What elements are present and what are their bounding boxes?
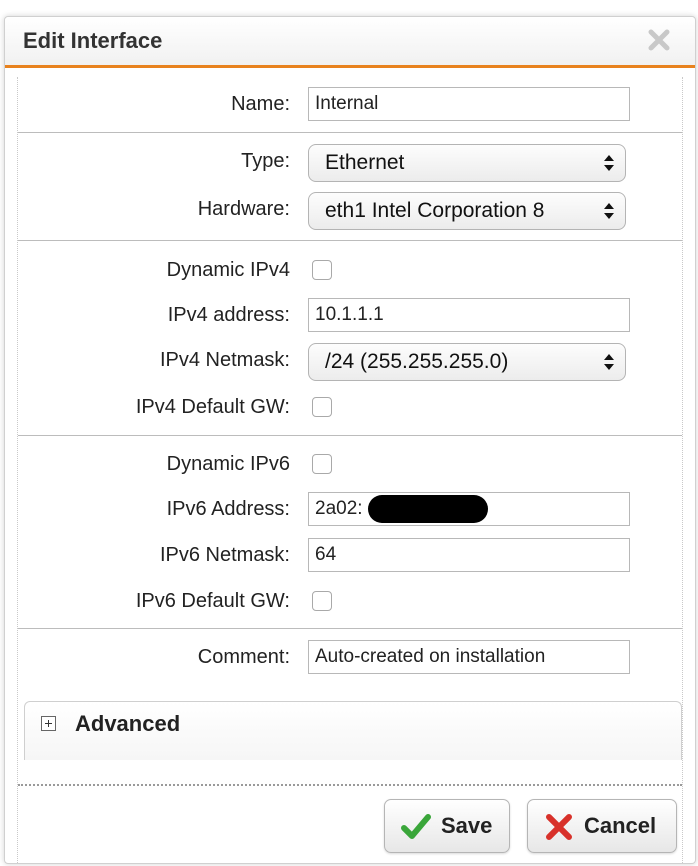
dynamic-ipv6-row: Dynamic IPv6 <box>18 447 682 483</box>
cancel-button[interactable]: Cancel <box>527 799 677 853</box>
dialog-titlebar: Edit Interface <box>5 17 695 68</box>
dotted-separator <box>18 784 682 786</box>
redaction-mark <box>368 495 488 523</box>
select-arrows-icon <box>604 354 614 370</box>
comment-input[interactable] <box>308 640 630 674</box>
ipv6-address-row: IPv6 Address: <box>18 492 682 528</box>
name-label: Name: <box>231 93 290 115</box>
ipv4-netmask-select[interactable]: /24 (255.255.255.0) <box>308 343 626 381</box>
dynamic-ipv6-label: Dynamic IPv6 <box>166 453 290 475</box>
select-arrows-icon <box>604 203 614 219</box>
dynamic-ipv4-row: Dynamic IPv4 <box>18 253 682 289</box>
save-button[interactable]: Save <box>384 799 510 853</box>
ipv6-default-gw-checkbox[interactable] <box>312 591 332 611</box>
dynamic-ipv4-checkbox[interactable] <box>312 260 332 280</box>
dynamic-ipv6-checkbox[interactable] <box>312 454 332 474</box>
ipv4-address-input[interactable] <box>308 298 630 332</box>
hardware-row: Hardware: eth1 Intel Corporation 8 <box>18 192 682 230</box>
type-label: Type: <box>241 150 290 172</box>
cancel-button-label: Cancel <box>584 813 657 838</box>
name-row: Name: <box>18 87 682 123</box>
type-row: Type: Ethernet <box>18 144 682 182</box>
ipv4-netmask-row: IPv4 Netmask: /24 (255.255.255.0) <box>18 343 682 381</box>
name-input[interactable] <box>308 87 630 121</box>
ipv4-address-row: IPv4 address: <box>18 298 682 334</box>
hardware-select-value: eth1 Intel Corporation 8 <box>325 199 545 222</box>
advanced-section[interactable]: Advanced <box>24 701 682 760</box>
ipv4-netmask-label: IPv4 Netmask: <box>159 349 290 371</box>
ipv6-default-gw-label: IPv6 Default GW: <box>135 590 290 612</box>
ipv6-default-gw-row: IPv6 Default GW: <box>18 584 682 620</box>
ipv6-netmask-label: IPv6 Netmask: <box>159 544 290 566</box>
dialog-body: Name: Type: Ethernet Hardware: eth1 Inte… <box>17 77 683 863</box>
ipv4-default-gw-label: IPv4 Default GW: <box>135 396 290 418</box>
checkmark-icon <box>401 814 431 839</box>
ipv4-address-label: IPv4 address: <box>167 304 290 326</box>
select-arrows-icon <box>604 155 614 171</box>
comment-row: Comment: <box>18 640 682 676</box>
separator <box>18 628 682 629</box>
advanced-label[interactable]: Advanced <box>75 711 180 737</box>
ipv4-netmask-select-value: /24 (255.255.255.0) <box>325 350 509 373</box>
ipv6-netmask-input[interactable] <box>308 538 630 572</box>
separator <box>18 240 682 241</box>
comment-label: Comment: <box>197 646 290 668</box>
separator <box>18 435 682 436</box>
hardware-label: Hardware: <box>197 198 290 220</box>
red-x-icon <box>546 814 572 840</box>
ipv6-address-label: IPv6 Address: <box>166 498 290 520</box>
hardware-select[interactable]: eth1 Intel Corporation 8 <box>308 192 626 230</box>
ipv4-default-gw-checkbox[interactable] <box>312 397 332 417</box>
ipv6-netmask-row: IPv6 Netmask: <box>18 538 682 574</box>
separator <box>18 132 682 133</box>
save-button-label: Save <box>441 813 493 838</box>
type-select[interactable]: Ethernet <box>308 144 626 182</box>
edit-interface-dialog: Edit Interface Name: Type: Ethernet <box>4 16 696 864</box>
ipv4-default-gw-row: IPv4 Default GW: <box>18 390 682 426</box>
close-icon[interactable] <box>645 26 673 54</box>
expand-plus-icon[interactable] <box>41 716 56 731</box>
dialog-title: Edit Interface <box>23 28 163 53</box>
dynamic-ipv4-label: Dynamic IPv4 <box>166 259 290 281</box>
type-select-value: Ethernet <box>325 151 405 174</box>
